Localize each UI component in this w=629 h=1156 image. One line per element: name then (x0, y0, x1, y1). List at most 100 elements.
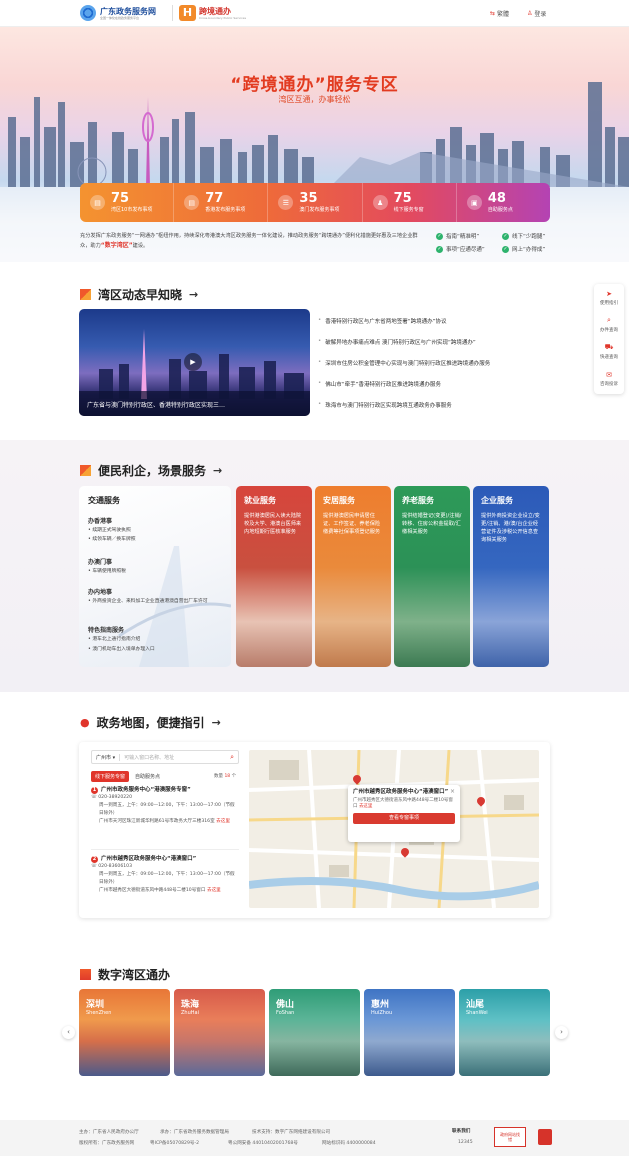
city-name: 惠州 (371, 1000, 390, 1010)
stat-item[interactable]: ♟ 75 线下服务专窗 (363, 183, 457, 222)
city-select[interactable]: 广州市 ▾ (92, 753, 121, 761)
city-card-shenzhen[interactable]: 深圳 ShenZhen (79, 989, 170, 1076)
footer-police-record[interactable]: 粤公网安备 44010402001768号 (228, 1140, 298, 1146)
tab-self-service[interactable]: 自助服务点 (135, 771, 160, 782)
news-item[interactable]: 香港特别行政区与广东省两地签署“跨境通办”协议 (318, 317, 548, 325)
page-footer (0, 1120, 629, 1156)
gd-gov-logo[interactable]: 广东政务服务网 全国一体化在线政务服务平台 (80, 5, 156, 21)
map-popup: 广州市越秀区政务服务中心“港澳窗口” × 广州市越秀区大德街道东风中路448号二… (348, 785, 460, 842)
language-switch[interactable]: ⇆ 繁體 (490, 9, 509, 18)
map-title-text: 政务地图，便捷指引 (96, 716, 205, 730)
gov-site-error-badge[interactable]: 政府网站找错 (494, 1127, 526, 1147)
news-item[interactable]: 深圳市住房公积金管理中心实现与澳门特别行政区推进跨境通办服务 (318, 359, 548, 367)
service-link[interactable]: • 澳门机动车出入境单办理入口 (88, 646, 228, 653)
service-link-text: 续期正式驾驶执照 (92, 528, 131, 533)
news-title-text: 湾区动态早知晓 (98, 288, 183, 302)
go-here-link[interactable]: 去这里 (216, 819, 230, 824)
tool-express-query[interactable]: ⛟ 快递查询 (594, 338, 624, 365)
check-item: ✓ 线下“少跑腿” (502, 232, 545, 240)
cross-border-logo[interactable]: H 跨境通办 Cross-boundary Public Services (172, 5, 246, 21)
login-link[interactable]: ♙ 登录 (527, 9, 546, 18)
city-card-huizhou[interactable]: 惠州 HuiZhou (364, 989, 455, 1076)
map-search-input[interactable]: 可输入窗口名称、地址 (120, 754, 230, 761)
news-item-text: 破解异地办事痛点难点 澳门特别行政区与广州实现“跨境通办” (325, 340, 476, 346)
check-icon: ✓ (436, 232, 443, 240)
service-card-employment[interactable]: 就业服务 提供港澳居民入读大陆院校及大学、港澳台医师来内地短期行医核准服务 (236, 486, 312, 667)
truck-icon: ⛟ (604, 343, 614, 351)
office-item[interactable]: 2 广州市越秀区政务服务中心“港澳窗口” ☏ 020-83606103 周一到周五… (91, 855, 239, 895)
city-card-foshan[interactable]: 佛山 FoShan (269, 989, 360, 1076)
digital-section-title[interactable]: 数字湾区通办 (80, 966, 170, 983)
service-link[interactable]: • 车辆使用牌照税 (88, 568, 228, 575)
stat-number: 48 (487, 191, 506, 206)
news-section-title[interactable]: 湾区动态早知晓 → (80, 286, 198, 303)
play-icon[interactable]: ▶ (184, 353, 202, 371)
card-desc: 提供外商投资企业设立/变更/注销、港/澳/台企业经营证件及涉税公开信息查询相关服… (481, 513, 540, 543)
stat-item[interactable]: ▤ 75 湾区10市发布事项 (80, 183, 175, 222)
map-section-title[interactable]: ● 政务地图，便捷指引 → (80, 714, 221, 731)
go-here-link[interactable]: 去这里 (359, 804, 373, 809)
check-label: 指南“精准明” (446, 234, 480, 240)
carousel-prev-icon[interactable]: ‹ (62, 1026, 75, 1039)
card-title: 养老服务 (402, 496, 434, 505)
check-icon: ✓ (436, 245, 443, 253)
tool-guide[interactable]: ➤ 使用指引 (594, 284, 624, 311)
service-link[interactable]: • 续领车辆／换车牌照 (88, 536, 228, 543)
stat-label: 自助服务点 (487, 207, 513, 213)
service-card-enterprise[interactable]: 企业服务 提供外商投资企业设立/变更/注销、港/澳/台企业经营证件及涉税公开信息… (473, 486, 549, 667)
contact-label: 联系我们 (452, 1129, 471, 1134)
stat-item[interactable]: ▤ 77 香港发布服务事项 (174, 183, 269, 222)
intro-highlight: “数字湾区” (100, 242, 133, 249)
badge-text: 政府网站找错 (500, 1132, 520, 1142)
office-hours: 周一到周五，上午：09:00—12:00，下午：13:00—17:00（节假日除… (91, 871, 239, 887)
stat-label: 香港发布服务事项 (205, 207, 246, 213)
user-icon: ♙ (527, 10, 533, 17)
go-here-link[interactable]: 去这里 (207, 888, 221, 893)
stat-item[interactable]: ▣ 48 自助服务点 (457, 183, 550, 222)
stats-bar: ▤ 75 湾区10市发布事项 ▤ 77 香港发布服务事项 ☰ 35 澳门发布服务事项 … (80, 183, 550, 222)
popup-address: 广州市越秀区大德街道东风中路448号二楼10号窗口 去这里 (353, 798, 455, 810)
city-card-shanwei[interactable]: 汕尾 ShanWei (459, 989, 550, 1076)
footer-icp[interactable]: 粤ICP备05070829号-2 (150, 1140, 199, 1146)
contact-number[interactable]: 12345 (458, 1140, 473, 1145)
news-video[interactable]: ▶ 广东省与澳门特别行政区、香港特别行政区实现三… (79, 309, 310, 416)
service-link[interactable]: • 港车北上通行指南介绍 (88, 636, 228, 643)
stat-number: 75 (393, 191, 412, 206)
card-desc: 提供结婚登记(变更)/注销/转移、住房公积金提取/汇缴相关服务 (402, 513, 462, 535)
card-desc: 提供港澳居民入读大陆院校及大学、港澳台医师来内地短期行医核准服务 (244, 513, 302, 535)
service-link[interactable]: • 外商投资企业、来料加工企业直通港澳自营出厂车许可 (88, 598, 220, 605)
language-label: 繁體 (497, 11, 510, 18)
service-link[interactable]: • 续期正式驾驶执照 (88, 527, 228, 534)
close-icon[interactable]: × (450, 788, 455, 795)
footer-copyright: 版权所有：广东政务服务网 (79, 1141, 135, 1146)
news-item[interactable]: 佛山市“牵手”香港特别行政区推进跨境通办服务 (318, 380, 548, 388)
map-search-bar[interactable]: 广州市 ▾ 可输入窗口名称、地址 ⌕ (91, 750, 239, 764)
news-item[interactable]: 珠海市与澳门特别行政区实现跨境互通政务办事服务 (318, 401, 548, 409)
cross-border-logo-icon: H (179, 5, 196, 21)
service-card-housing[interactable]: 安居服务 提供港澳居民申请居住证、工作签证、养老保险缴费等社保事项登记服务 (315, 486, 391, 667)
service-card-elderly[interactable]: 养老服务 提供结婚登记(变更)/注销/转移、住房公积金提取/汇缴相关服务 (394, 486, 470, 667)
tool-consult[interactable]: ✉ 咨询投诉 (594, 365, 624, 392)
service-link-text: 澳门机动车出入境单办理入口 (92, 647, 155, 652)
city-name: 深圳 (86, 1000, 105, 1010)
services-section-title[interactable]: 便民利企，场景服务 → (80, 462, 222, 479)
carousel-next-icon[interactable]: › (555, 1026, 568, 1039)
search-icon[interactable]: ⌕ (230, 753, 238, 762)
logo1-subtitle: 全国一体化在线政务服务平台 (100, 15, 140, 20)
news-item-text: 深圳市住房公积金管理中心实现与澳门特别行政区推进跨境通办服务 (325, 361, 491, 367)
stat-item[interactable]: ☰ 35 澳门发布服务事项 (268, 183, 363, 222)
office-item[interactable]: 1 广州市政务服务中心“港澳服务专窗” ☏ 020-38920220 周一到周五，… (91, 786, 239, 826)
intro-paragraph: 充分发挥广东政务服务“一网通办”枢纽作用，持续深化粤港澳大湾区政务服务一体化建设… (80, 232, 420, 251)
party-emblem-icon[interactable] (538, 1129, 552, 1145)
news-item[interactable]: 破解异地办事痛点难点 澳门特别行政区与广州实现“跨境通办” (318, 338, 548, 346)
city-card-zhuhai[interactable]: 珠海 ZhuHai (174, 989, 265, 1076)
hero-banner (0, 27, 629, 262)
hero-subtitle: 湾区互通，办事轻松 (278, 95, 351, 104)
view-window-items-button[interactable]: 查看专窗事项 (353, 813, 455, 824)
service-link-text: 外商投资企业、来料加工企业直通港澳自营出厂车许可 (92, 599, 208, 604)
tool-case-query[interactable]: ⌕ 办件查询 (594, 311, 624, 338)
tab-offline-window[interactable]: 线下服务专窗 (91, 771, 130, 782)
check-label: 线下“少跑腿” (512, 234, 546, 240)
check-icon: ✓ (502, 232, 509, 240)
city-name-en: ShenZhen (86, 1010, 112, 1016)
